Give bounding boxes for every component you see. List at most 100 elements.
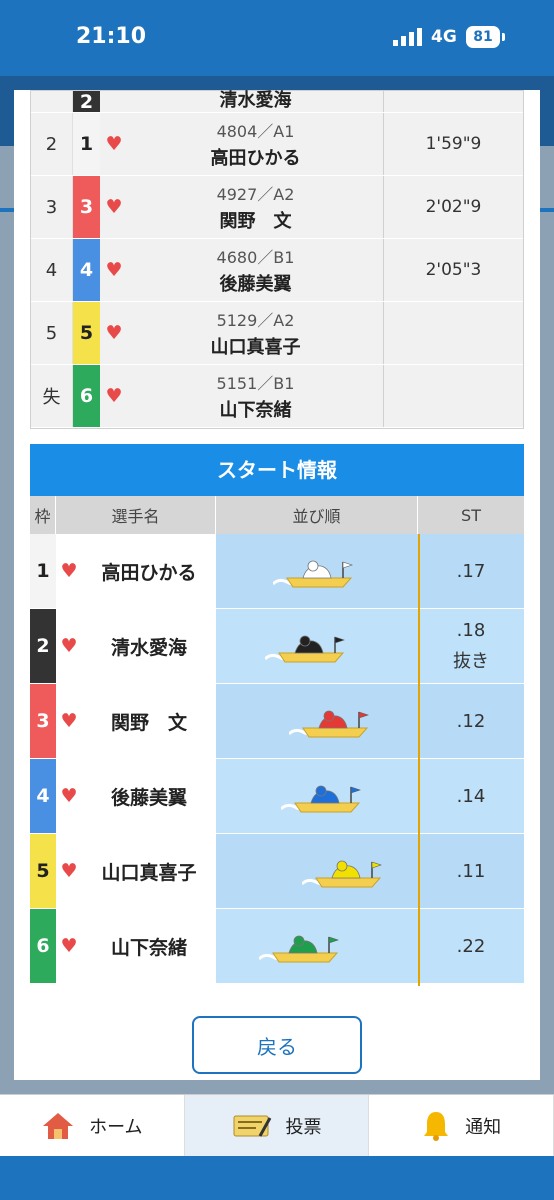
start-table-header: 枠 選手名 並び順 ST	[30, 496, 524, 534]
result-rank: 5	[31, 302, 73, 364]
bell-icon	[424, 1111, 449, 1141]
race-time	[384, 365, 523, 427]
st-value: .12	[456, 710, 486, 732]
player-registration: 4804／A1	[216, 122, 295, 141]
start-info-title: スタート情報	[30, 444, 524, 496]
player-name: 後藤美翼	[82, 759, 216, 833]
player-name: 清水愛海	[219, 90, 292, 111]
start-info-table: 枠 選手名 並び順 ST 1 ♥ 高田ひかる .17 2 ♥ 清水愛海 .18 抜き 3 ♥ 関野 文…	[30, 496, 524, 984]
player-name: 山口真喜子	[210, 337, 301, 358]
start-order-lane	[216, 759, 418, 833]
favorite-heart-icon[interactable]: ♥	[56, 909, 82, 983]
start-timing: .11	[418, 834, 524, 908]
favorite-heart-icon[interactable]: ♥	[56, 759, 82, 833]
start-timing: .18 抜き	[418, 609, 524, 683]
waku-number: 1	[30, 534, 56, 608]
status-time: 21:10	[76, 24, 147, 49]
nav-home[interactable]: ホーム	[0, 1095, 185, 1156]
ticket-icon	[233, 1115, 271, 1137]
start-timing: .14	[418, 759, 524, 833]
result-player: 4804／A1 高田ひかる	[128, 113, 384, 175]
network-label: 4G	[431, 27, 457, 47]
start-order-lane	[216, 684, 418, 758]
favorite-heart-icon[interactable]: ♥	[100, 365, 128, 427]
boat-icon	[302, 860, 382, 888]
result-row: 5 5 ♥ 5129／A2 山口真喜子	[31, 302, 523, 365]
race-result-modal: 2 清水愛海 2 1 ♥ 4804／A1 高田ひかる 1'59"9 3 3 ♥ 4927／A2 関野 文…	[14, 90, 540, 1080]
race-time: 1'59"9	[425, 134, 482, 154]
waku-number: 3	[30, 684, 56, 758]
battery-tip	[502, 33, 505, 41]
favorite-heart-icon[interactable]: ♥	[100, 239, 128, 301]
favorite-heart-icon[interactable]: ♥	[56, 609, 82, 683]
result-row: 4 4 ♥ 4680／B1 後藤美翼 2'05"3	[31, 239, 523, 302]
favorite-heart-icon[interactable]: ♥	[56, 834, 82, 908]
player-registration: 5129／A2	[216, 311, 295, 330]
waku-number: 5	[30, 834, 56, 908]
favorite-heart-icon[interactable]: ♥	[100, 302, 128, 364]
start-rows: 1 ♥ 高田ひかる .17 2 ♥ 清水愛海 .18 抜き 3 ♥ 関野 文 .12 4 ♥ 後藤美翼 .14 5…	[30, 534, 524, 984]
result-player: 清水愛海	[128, 90, 384, 112]
nav-vote[interactable]: 投票	[184, 1095, 370, 1156]
race-time	[384, 91, 523, 112]
player-registration: 4927／A2	[216, 185, 295, 204]
start-timing: .12	[418, 684, 524, 758]
bottom-bar	[0, 1156, 554, 1200]
signal-icon	[393, 28, 422, 46]
nav-notify[interactable]: 通知	[369, 1095, 554, 1156]
start-order-lane	[216, 534, 418, 608]
start-row: 6 ♥ 山下奈緒 .22	[30, 909, 524, 984]
start-row: 5 ♥ 山口真喜子 .11	[30, 834, 524, 909]
home-icon	[43, 1112, 74, 1139]
waku-number: 6	[30, 909, 56, 983]
favorite-heart-icon[interactable]	[100, 91, 128, 112]
player-name: 後藤美翼	[219, 274, 292, 295]
boat-icon	[259, 935, 339, 963]
nav-notify-label: 通知	[465, 1116, 502, 1138]
waku-number: 3	[73, 176, 100, 238]
waku-number: 6	[73, 365, 100, 427]
result-table: 2 清水愛海 2 1 ♥ 4804／A1 高田ひかる 1'59"9 3 3 ♥ 4927／A2 関野 文…	[30, 90, 524, 429]
favorite-heart-icon[interactable]: ♥	[100, 176, 128, 238]
result-player: 5129／A2 山口真喜子	[128, 302, 384, 364]
header-waku: 枠	[30, 496, 56, 534]
start-timing: .22	[418, 909, 524, 983]
favorite-heart-icon[interactable]: ♥	[56, 684, 82, 758]
status-bar: 21:10 4G 81	[0, 0, 554, 76]
favorite-heart-icon[interactable]: ♥	[100, 113, 128, 175]
player-name: 高田ひかる	[82, 534, 216, 608]
st-value: .17	[456, 560, 486, 582]
result-rank: 2	[31, 113, 73, 175]
favorite-heart-icon[interactable]: ♥	[56, 534, 82, 608]
st-note: 抜き	[453, 650, 489, 672]
player-name: 山下奈緒	[82, 909, 216, 983]
battery-icon: 81	[466, 26, 500, 48]
player-registration: 4680／B1	[216, 248, 295, 267]
start-order-lane	[216, 909, 418, 983]
st-value: .11	[456, 860, 486, 882]
result-rank	[31, 91, 73, 112]
header-order: 並び順	[216, 496, 418, 534]
result-player: 5151／B1 山下奈緒	[128, 365, 384, 427]
start-timing: .17	[418, 534, 524, 608]
nav-vote-label: 投票	[285, 1116, 322, 1138]
result-row: 3 3 ♥ 4927／A2 関野 文 2'02"9	[31, 176, 523, 239]
race-time	[384, 302, 523, 364]
waku-number: 1	[73, 113, 100, 175]
header-st: ST	[461, 505, 481, 525]
race-time: 2'05"3	[425, 260, 482, 280]
st-value: .14	[456, 785, 486, 807]
start-order-lane	[216, 834, 418, 908]
result-player: 4680／B1 後藤美翼	[128, 239, 384, 301]
start-order-lane	[216, 609, 418, 683]
start-line	[418, 534, 420, 986]
result-row: 2 清水愛海	[31, 90, 523, 113]
start-row: 3 ♥ 関野 文 .12	[30, 684, 524, 759]
boat-icon	[281, 785, 361, 813]
back-button[interactable]: 戻る	[192, 1016, 362, 1074]
player-name: 関野 文	[219, 211, 292, 232]
player-name: 関野 文	[82, 684, 216, 758]
header-name: 選手名	[56, 496, 216, 534]
result-row: 失 6 ♥ 5151／B1 山下奈緒	[31, 365, 523, 428]
start-row: 2 ♥ 清水愛海 .18 抜き	[30, 609, 524, 684]
